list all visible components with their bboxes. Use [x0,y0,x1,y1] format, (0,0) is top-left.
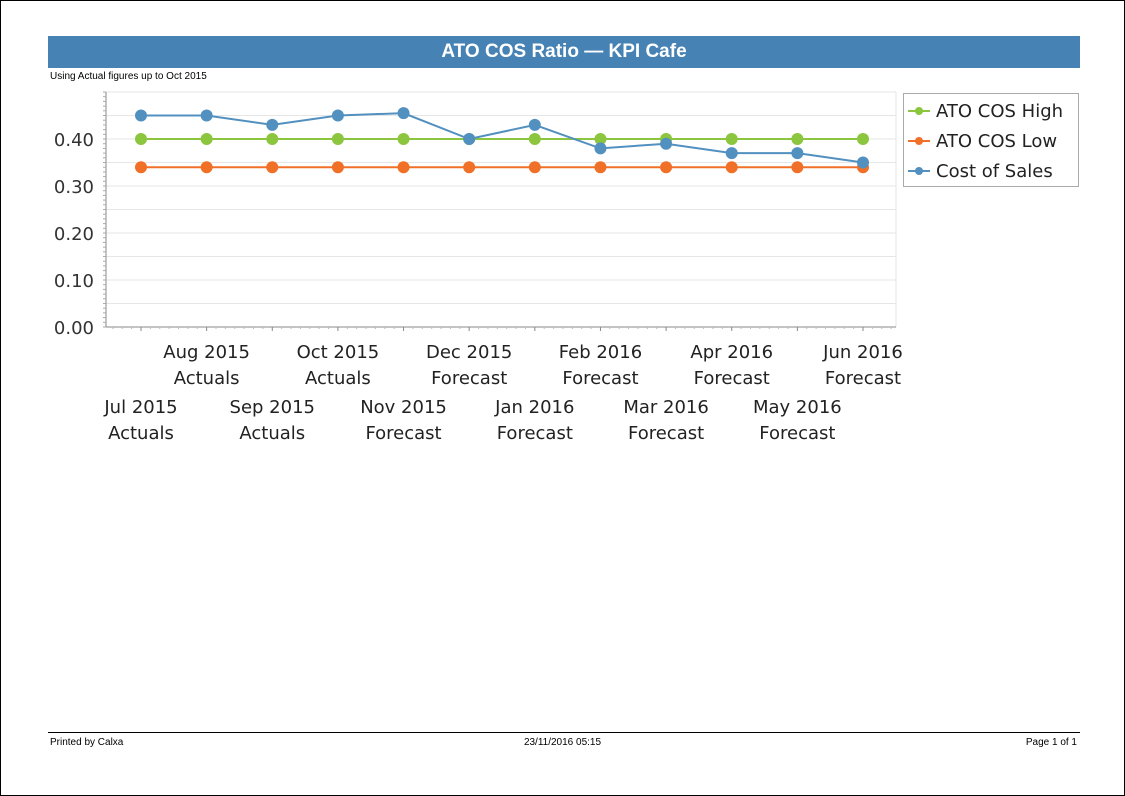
legend-marker-low-icon [908,135,930,147]
x-tick-label-month: Nov 2015 [360,397,447,418]
data-point-high [331,133,344,145]
data-point-high [791,133,804,145]
footer-timestamp: 23/11/2016 05:15 [523,737,602,748]
x-tick-label-kind: Forecast [497,423,573,444]
legend-item-cost: Cost of Sales [904,156,1053,186]
legend-label: ATO COS Low [936,130,1058,152]
axis-layer [103,91,896,331]
x-tick-label-kind: Forecast [628,423,704,444]
data-point-low [266,161,279,174]
data-point-high [725,133,738,145]
data-point-cost [463,133,476,145]
y-tick-label: 0.40 [54,130,94,151]
series-line-cost [141,112,864,164]
series-layer [135,107,869,174]
data-point-cost [397,107,410,120]
legend-label: ATO COS High [936,100,1064,122]
x-tick-label-kind: Forecast [431,368,507,389]
legend-item-high: ATO COS High [904,96,1063,126]
legend-label: Cost of Sales [936,160,1053,182]
legend-marker-high-icon [908,105,930,117]
data-point-low [331,161,344,174]
data-point-cost [528,118,541,131]
data-point-high [857,133,869,145]
x-tick-label-kind: Forecast [759,423,835,444]
x-tick-label-kind: Actuals [239,423,305,444]
data-point-low [135,161,147,174]
x-tick-label-kind: Forecast [694,368,770,389]
x-tick-label-kind: Forecast [825,368,901,389]
label-layer: 0.00 0.10 0.20 0.30 0.40 Jul 2015 Actuals Aug 2… [54,130,903,444]
x-tick-label-month: Apr 2016 [690,342,773,363]
data-point-low [791,161,804,174]
y-tick-label: 0.10 [54,271,94,292]
data-point-cost [200,109,213,122]
x-tick-label-month: Aug 2015 [163,342,250,363]
x-tick-label-month: Sep 2015 [230,397,315,418]
y-tick-label: 0.00 [54,318,94,339]
legend-marker-cost-icon [908,165,930,177]
data-point-low [463,161,476,174]
data-point-cost [725,147,738,160]
data-point-low [725,161,738,174]
data-point-low [528,161,541,174]
x-tick-label-kind: Forecast [365,423,441,444]
x-tick-label-kind: Actuals [305,368,371,389]
data-point-cost [266,118,279,131]
legend-item-low: ATO COS Low [904,126,1057,156]
data-point-low [660,161,673,174]
data-point-cost [135,109,147,122]
data-point-high [135,133,147,145]
x-tick-label-month: Jan 2016 [494,397,574,418]
x-tick-label-month: Mar 2016 [623,397,709,418]
y-tick-label: 0.30 [54,177,94,198]
x-tick-label-month: Feb 2016 [559,342,642,363]
footer-divider [48,732,1080,733]
legend: ATO COS High ATO COS Low Cost of Sales [903,93,1079,187]
data-point-low [397,161,410,174]
x-tick-label-month: Oct 2015 [297,342,380,363]
x-tick-label-month: Jun 2016 [822,342,903,363]
data-point-high [266,133,279,145]
data-point-high [528,133,541,145]
x-tick-label-month: Jul 2015 [103,397,177,418]
data-point-cost [791,147,804,160]
data-point-high [200,133,213,145]
data-point-high [397,133,410,145]
x-tick-label-kind: Actuals [174,368,240,389]
x-tick-label-kind: Forecast [562,368,638,389]
grid-layer [106,91,897,327]
y-tick-label: 0.20 [54,224,94,245]
data-point-cost [857,156,869,169]
data-point-cost [331,109,344,122]
data-point-cost [660,137,673,150]
footer-page-number: Page 1 of 1 [1025,737,1077,748]
data-point-low [200,161,213,174]
x-tick-label-kind: Actuals [108,423,174,444]
x-tick-label-month: Dec 2015 [426,342,512,363]
chart: 0.00 0.10 0.20 0.30 0.40 Jul 2015 Actuals Aug 2… [54,91,903,444]
data-point-low [594,161,607,174]
data-point-cost [594,142,607,155]
x-tick-label-month: May 2016 [753,397,842,418]
